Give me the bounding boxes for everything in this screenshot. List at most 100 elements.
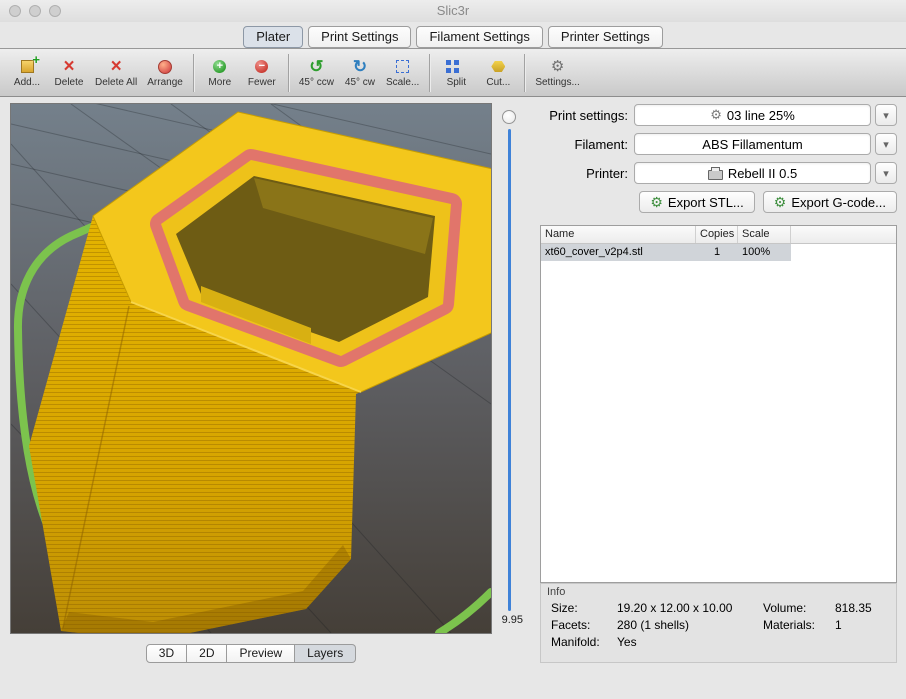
- toolbar-separator: [429, 54, 430, 92]
- delete-button[interactable]: Delete: [48, 50, 90, 96]
- split-label: Split: [447, 77, 466, 88]
- export-stl-button[interactable]: Export STL...: [639, 191, 754, 213]
- delete-all-button[interactable]: Delete All: [90, 50, 142, 96]
- 3d-viewport[interactable]: [10, 103, 492, 634]
- column-header-scale[interactable]: Scale: [738, 226, 791, 243]
- column-header-copies[interactable]: Copies: [696, 226, 738, 243]
- print-settings-select[interactable]: 03 line 25%: [634, 104, 871, 126]
- print-settings-dropdown-button[interactable]: [875, 104, 897, 126]
- tabstrip: Plater Print Settings Filament Settings …: [0, 22, 906, 48]
- printer-select[interactable]: Rebell II 0.5: [634, 162, 871, 184]
- column-header-filler: [791, 226, 896, 243]
- slider-value: 9.95: [502, 614, 523, 626]
- tab-printer-settings[interactable]: Printer Settings: [548, 26, 663, 48]
- more-label: More: [208, 77, 231, 88]
- cut-icon: [487, 58, 509, 76]
- toolbar: Add... Delete Delete All Arrange More Fe…: [0, 48, 906, 97]
- rotate-ccw-label: 45° ccw: [299, 77, 334, 88]
- layers-preview-scene: [11, 104, 491, 633]
- scale-label: Scale...: [386, 77, 419, 88]
- facets-value: 280 (1 shells): [617, 618, 763, 632]
- export-stl-label: Export STL...: [668, 195, 744, 210]
- gear-icon: [710, 107, 722, 123]
- titlebar: Slic3r: [0, 0, 906, 22]
- printer-icon: [708, 170, 723, 180]
- chevron-down-icon: [883, 106, 889, 124]
- fewer-label: Fewer: [248, 77, 276, 88]
- info-panel: Info Size: 19.20 x 12.00 x 10.00 Volume:…: [540, 583, 897, 663]
- cell-name: xt60_cover_v2p4.stl: [541, 244, 696, 261]
- view-tab-3d[interactable]: 3D: [146, 644, 187, 663]
- info-title: Info: [541, 584, 896, 601]
- object-table: Name Copies Scale xt60_cover_v2p4.stl 1 …: [540, 225, 897, 583]
- cell-filler: [791, 244, 896, 261]
- view-tab-layers[interactable]: Layers: [295, 644, 356, 663]
- arrange-icon: [154, 58, 176, 76]
- cut-label: Cut...: [486, 77, 510, 88]
- filament-label: Filament:: [540, 137, 628, 152]
- gear-icon: [650, 194, 663, 211]
- settings-button[interactable]: Settings...: [530, 50, 584, 96]
- gear-icon: [774, 194, 787, 211]
- toolbar-separator: [524, 54, 525, 92]
- window-controls: [9, 5, 61, 17]
- materials-label: Materials:: [763, 618, 835, 632]
- slider-knob[interactable]: [502, 110, 516, 124]
- view-tab-preview[interactable]: Preview: [227, 644, 295, 663]
- main-content: 9.95 3D 2D Preview Layers Print settings…: [0, 97, 906, 699]
- export-gcode-button[interactable]: Export G-code...: [763, 191, 897, 213]
- split-button[interactable]: Split: [435, 50, 477, 96]
- facets-label: Facets:: [551, 618, 617, 632]
- rotate-cw-label: 45° cw: [345, 77, 375, 88]
- more-button[interactable]: More: [199, 50, 241, 96]
- scale-button[interactable]: Scale...: [381, 50, 424, 96]
- size-label: Size:: [551, 601, 617, 615]
- rotate-ccw-icon: [305, 58, 327, 76]
- volume-value: 818.35: [835, 601, 886, 615]
- slic3r-window: Slic3r Plater Print Settings Filament Se…: [0, 0, 906, 699]
- more-icon: [209, 58, 231, 76]
- add-label: Add...: [14, 77, 40, 88]
- printer-value: Rebell II 0.5: [728, 166, 797, 181]
- rotate-ccw-button[interactable]: 45° ccw: [294, 50, 339, 96]
- settings-panel: Print settings: 03 line 25% Filament: AB…: [540, 97, 897, 697]
- filament-dropdown-button[interactable]: [875, 133, 897, 155]
- tab-plater[interactable]: Plater: [243, 26, 303, 48]
- layer-slider[interactable]: 9.95: [495, 103, 525, 634]
- settings-icon: [547, 58, 569, 76]
- cut-button[interactable]: Cut...: [477, 50, 519, 96]
- volume-label: Volume:: [763, 601, 835, 615]
- minimize-button[interactable]: [29, 5, 41, 17]
- delete-all-icon: [105, 58, 127, 76]
- rotate-cw-button[interactable]: 45° cw: [339, 50, 381, 96]
- print-settings-value: 03 line 25%: [727, 108, 795, 123]
- settings-label: Settings...: [535, 77, 579, 88]
- tab-filament-settings[interactable]: Filament Settings: [416, 26, 542, 48]
- rotate-cw-icon: [349, 58, 371, 76]
- toolbar-separator: [193, 54, 194, 92]
- zoom-button[interactable]: [49, 5, 61, 17]
- add-button[interactable]: Add...: [6, 50, 48, 96]
- filament-value: ABS Fillamentum: [702, 137, 802, 152]
- cell-scale: 100%: [738, 244, 791, 261]
- add-icon: [16, 58, 38, 76]
- printer-label: Printer:: [540, 166, 628, 181]
- slider-track[interactable]: [508, 129, 511, 611]
- printer-dropdown-button[interactable]: [875, 162, 897, 184]
- chevron-down-icon: [883, 135, 889, 153]
- tab-print-settings[interactable]: Print Settings: [308, 26, 411, 48]
- size-value: 19.20 x 12.00 x 10.00: [617, 601, 763, 615]
- arrange-button[interactable]: Arrange: [142, 50, 188, 96]
- column-header-name[interactable]: Name: [541, 226, 696, 243]
- toolbar-separator: [288, 54, 289, 92]
- delete-icon: [58, 58, 80, 76]
- table-row[interactable]: xt60_cover_v2p4.stl 1 100%: [541, 244, 896, 261]
- filament-select[interactable]: ABS Fillamentum: [634, 133, 871, 155]
- print-settings-label: Print settings:: [540, 108, 628, 123]
- view-tab-2d[interactable]: 2D: [187, 644, 227, 663]
- split-icon: [445, 58, 467, 76]
- delete-all-label: Delete All: [95, 77, 137, 88]
- fewer-button[interactable]: Fewer: [241, 50, 283, 96]
- chevron-down-icon: [883, 164, 889, 182]
- close-button[interactable]: [9, 5, 21, 17]
